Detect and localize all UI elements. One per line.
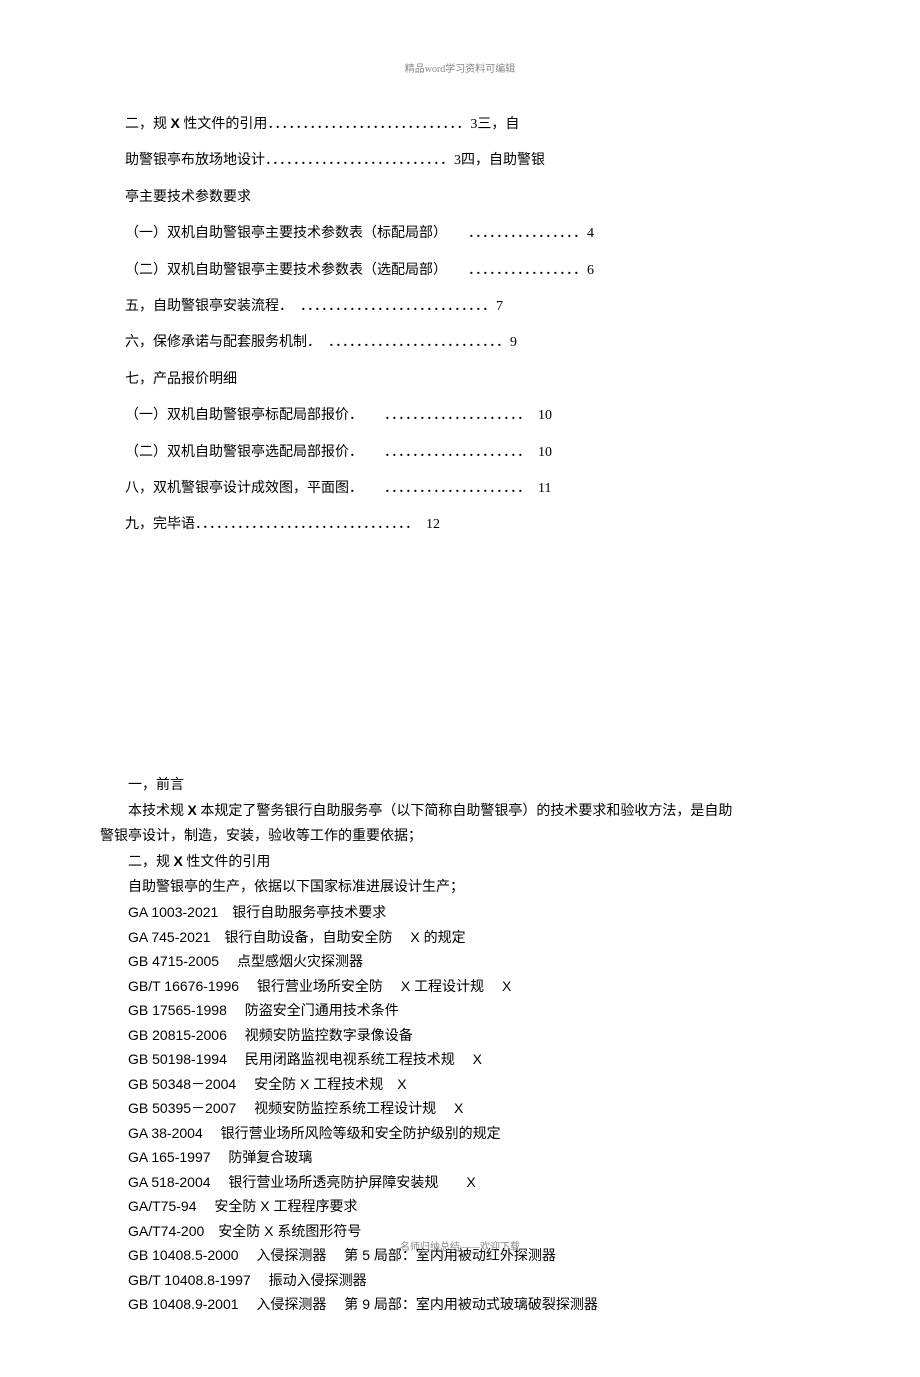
standard-entry: GB 20815-2006 视频安防监控数字录像设备	[100, 1023, 820, 1048]
page-container: 精品word学习资料可编辑 二，规 X 性文件的引用．．．．．．．．．．．．．．…	[0, 0, 920, 1377]
toc-entry: （二）双机自助警银亭选配局部报价． ．．．．．．．．．．．．．．．．．．．． 1…	[125, 435, 795, 471]
standard-entry: GB 4715-2005 点型感烟火灾探测器	[100, 949, 820, 974]
toc-entry: （一）双机自助警银亭主要技术参数表（标配局部） ．．．．．．．．．．．．．．．．…	[125, 216, 795, 252]
toc-x: X	[171, 115, 180, 131]
standard-entry: GA 165-1997 防弹复合玻璃	[100, 1145, 820, 1170]
toc-entry: 九，完毕语．．．．．．．．．．．．．．．．．．．．．．．．．．．．．．． 12	[125, 507, 795, 543]
toc-entry: （二）双机自助警银亭主要技术参数表（选配局部） ．．．．．．．．．．．．．．．．…	[125, 253, 795, 289]
body-x: X	[174, 853, 183, 869]
paragraph: 本技术规 X 本规定了警务银行自助服务亭（以下简称自助警银亭）的技术要求和验收方…	[100, 798, 820, 825]
section-heading: 一，前言	[100, 774, 820, 799]
body-x: X	[188, 802, 197, 818]
standard-entry: GA/T75-94 安全防 X 工程程序要求	[100, 1194, 820, 1219]
toc-entry: 七，产品报价明细	[125, 362, 795, 398]
standard-entry: GB 50198-1994 民用闭路监视电视系统工程技术规 X	[100, 1047, 820, 1072]
standard-entry: GB/T 10408.8-1997 振动入侵探测器	[100, 1268, 820, 1293]
body-text: 本技术规	[128, 804, 188, 819]
section-heading: 二，规 X 性文件的引用	[100, 849, 820, 876]
paragraph: 警银亭设计，制造，安装，验收等工作的重要依据；	[100, 825, 820, 850]
table-of-contents: 二，规 X 性文件的引用．．．．．．．．．．．．．．．．．．．．．．．．．．．．…	[100, 105, 820, 544]
toc-entry: 六，保修承诺与配套服务机制． ．．．．．．．．．．．．．．．．．．．．．．．．．…	[125, 325, 795, 361]
body-text: 本规定了警务银行自助服务亭（以下简称自助警银亭）的技术要求和验收方法，是自助	[197, 804, 733, 819]
toc-entry: 亭主要技术参数要求	[125, 180, 795, 216]
standard-entry: GB 50348－2004 安全防 X 工程技术规 X	[100, 1072, 820, 1097]
standard-entry: GA 38-2004 银行营业场所风险等级和安全防护级别的规定	[100, 1121, 820, 1146]
body-text: 性文件的引用	[183, 855, 271, 870]
toc-entry: 五，自助警银亭安装流程． ．．．．．．．．．．．．．．．．．．．．．．．．．．．…	[125, 289, 795, 325]
body-text: 二，规	[128, 855, 174, 870]
toc-entry: （一）双机自助警银亭标配局部报价． ．．．．．．．．．．．．．．．．．．．． 1…	[125, 398, 795, 434]
standard-entry: GA 518-2004 银行营业场所透亮防护屏障安装规 X	[100, 1170, 820, 1195]
standard-entry: GB/T 16676-1996 银行营业场所安全防 X 工程设计规 X	[100, 974, 820, 999]
toc-entry: 二，规 X 性文件的引用．．．．．．．．．．．．．．．．．．．．．．．．．．．．…	[125, 105, 795, 143]
standard-entry: GB 50395－2007 视频安防监控系统工程设计规 X	[100, 1096, 820, 1121]
toc-entry: 八，双机警银亭设计成效图，平面图． ．．．．．．．．．．．．．．．．．．．． 1…	[125, 471, 795, 507]
document-body: 一，前言 本技术规 X 本规定了警务银行自助服务亭（以下简称自助警银亭）的技术要…	[100, 774, 820, 1317]
toc-text: 二，规	[125, 117, 171, 132]
standard-entry: GA 1003-2021 银行自助服务亭技术要求	[100, 900, 820, 925]
page-footer: 名师归纳总结——欢迎下载	[0, 1238, 920, 1253]
paragraph: 自助警银亭的生产，依据以下国家标准进展设计生产；	[100, 876, 820, 901]
standard-entry: GA 745-2021 银行自助设备，自助安全防 X 的规定	[100, 925, 820, 950]
standard-entry: GB 17565-1998 防盗安全门通用技术条件	[100, 998, 820, 1023]
standard-entry: GB 10408.9-2001 入侵探测器 第 9 局部：室内用被动式玻璃破裂探…	[100, 1292, 820, 1317]
toc-entry: 助警银亭布放场地设计．．．．．．．．．．．．．．．．．．．．．．．．．．3四，自…	[125, 143, 795, 179]
toc-text: 性文件的引用．．．．．．．．．．．．．．．．．．．．．．．．．．．．3三，自	[180, 117, 520, 132]
page-header: 精品word学习资料可编辑	[100, 60, 820, 75]
